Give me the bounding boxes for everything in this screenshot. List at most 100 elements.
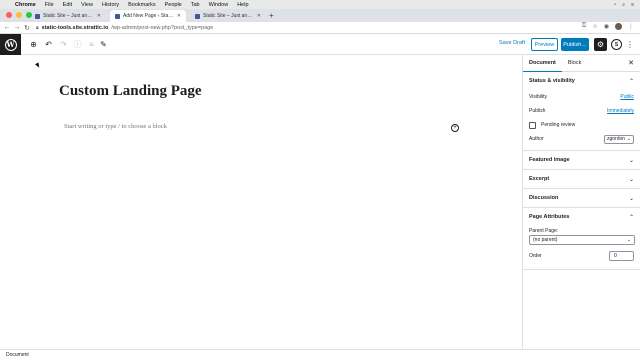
minimize-window-button[interactable] [16,12,22,18]
settings-gear-icon[interactable]: ⚙ [594,38,607,51]
pending-review-label: Pending review [541,122,576,128]
menu-help[interactable]: Help [237,2,248,8]
chevron-down-icon: ⌄ [626,136,631,142]
browser-tab[interactable]: Static Site – Just another stati… ✕ [190,10,266,22]
author-row: Author zgordon ⌄ [523,132,640,146]
parent-page-select[interactable]: (no parent) ⌄ [529,235,635,245]
extension-icon[interactable]: ◉ [604,23,609,30]
panel-toggle-featured-image[interactable]: Featured image ⌄ [523,151,640,169]
inline-inserter-icon[interactable]: + [451,124,459,132]
panel-toggle-excerpt[interactable]: Excerpt ⌄ [523,170,640,188]
parent-page-value: (no parent) [533,237,558,243]
address-bar-actions: ⚿ ☆ ◉ ⋮ [582,23,634,30]
visibility-label: Visibility [529,94,547,100]
menu-file[interactable]: File [45,2,54,8]
publish-label: Publish [529,108,546,114]
menu-view[interactable]: View [81,2,93,8]
panel-discussion: Discussion ⌄ [523,189,640,208]
order-input[interactable]: 0 [609,251,634,261]
panel-excerpt: Excerpt ⌄ [523,170,640,189]
author-value: zgordon [607,136,626,142]
close-tab-icon[interactable]: ✕ [97,13,101,19]
wifi-icon[interactable]: ◔ [613,2,616,8]
visibility-toggle[interactable]: Public [620,94,634,100]
browser-tab[interactable]: Static Site – Just another stati… ✕ [30,10,106,22]
pending-review-checkbox[interactable] [529,121,536,129]
close-icon[interactable]: ✕ [628,59,634,67]
bookmark-star-icon[interactable]: ☆ [592,23,597,30]
redo-icon[interactable]: ↷ [58,39,69,50]
browser-address-bar: ← → ↻ 🔒︎ static-tools.site.strattic.io/w… [0,22,640,34]
wordpress-logo-button[interactable]: W [0,34,21,55]
close-window-button[interactable] [6,12,12,18]
panel-page-attributes: Page Attributes ⌃ Parent Page: (no paren… [523,208,640,270]
plugin-icon[interactable]: S [611,39,622,50]
close-tab-icon[interactable]: ✕ [177,13,181,19]
breadcrumb-document[interactable]: Document [6,352,29,358]
new-tab-icon[interactable]: + [269,11,274,20]
info-icon[interactable]: ⓘ [72,39,83,50]
sidebar-tabs: Document Block ✕ [523,55,640,72]
back-icon[interactable]: ← [2,24,12,31]
publish-date-toggle[interactable]: Immediately [607,108,634,114]
chevron-up-icon: ⌃ [628,214,634,221]
author-label: Author [529,136,544,142]
search-icon[interactable]: ⌕ [622,2,625,8]
browser-tab-active[interactable]: Add New Page ‹ Static Site —… ✕ [110,10,186,22]
block-breadcrumb: Document [0,349,640,360]
chevron-down-icon: ⌄ [626,237,631,243]
save-draft-button[interactable]: Save Draft [499,40,525,46]
editor-canvas: Custom Landing Page Start writing or typ… [0,55,522,349]
tab-block[interactable]: Block [562,55,587,72]
control-center-icon[interactable]: ≡ [631,2,634,8]
add-block-icon[interactable]: ⊕ [28,39,39,50]
publish-button[interactable]: Publish… [561,38,589,51]
menu-people[interactable]: People [165,2,182,8]
edit-mode-icon[interactable]: ✎ [98,39,109,50]
mouse-cursor [35,62,41,69]
menu-bookmarks[interactable]: Bookmarks [128,2,156,8]
site-favicon-icon [195,13,200,19]
panel-toggle-discussion[interactable]: Discussion ⌄ [523,189,640,207]
default-block-appender[interactable]: Start writing or type / to choose a bloc… [64,123,167,130]
tab-title: Static Site – Just another stati… [203,13,254,19]
url-host: static-tools.site.strattic.io [41,25,109,31]
chevron-down-icon: ⌄ [628,176,634,183]
chrome-menu-icon[interactable]: ⋮ [628,23,634,30]
menu-window[interactable]: Window [209,2,229,8]
preview-button[interactable]: Preview [531,38,558,51]
close-tab-icon[interactable]: ✕ [257,13,261,19]
visibility-row: Visibility Public [523,90,640,104]
tab-title: Add New Page ‹ Static Site —… [123,13,174,19]
panel-title: Excerpt [529,176,550,182]
panel-toggle-page-attributes[interactable]: Page Attributes ⌃ [523,208,640,226]
chevron-down-icon: ⌄ [628,195,634,202]
tab-document[interactable]: Document [523,55,562,72]
menu-edit[interactable]: Edit [63,2,72,8]
post-title[interactable]: Custom Landing Page [59,83,202,100]
block-navigation-icon[interactable]: ≡ [86,39,97,50]
profile-avatar[interactable] [615,23,622,30]
reload-icon[interactable]: ↻ [22,24,32,32]
key-icon[interactable]: ⚿ [582,23,587,30]
publish-date-row: Publish Immediately [523,104,640,118]
menu-history[interactable]: History [102,2,119,8]
forward-icon[interactable]: → [12,24,22,31]
tab-title: Static Site – Just another stati… [43,13,94,19]
pending-review-row: Pending review [523,118,640,132]
more-options-icon[interactable]: ⋮ [626,39,634,50]
panel-toggle-status-visibility[interactable]: Status & visibility ⌃ [523,72,640,90]
panel-title: Status & visibility [529,78,575,84]
author-select[interactable]: zgordon ⌄ [604,134,634,144]
url-field[interactable]: 🔒︎ static-tools.site.strattic.io/wp-admi… [36,23,576,33]
order-label: Order [529,253,542,259]
lock-icon[interactable]: 🔒︎ [36,25,39,31]
site-favicon-icon [115,13,120,19]
chevron-up-icon: ⌃ [628,78,634,85]
undo-icon[interactable]: ↶ [43,39,54,50]
panel-status-visibility: Status & visibility ⌃ Visibility Public … [523,72,640,151]
menu-tab[interactable]: Tab [191,2,200,8]
site-favicon-icon [35,13,40,19]
menu-chrome[interactable]: Chrome [15,2,36,8]
panel-title: Featured image [529,157,570,163]
